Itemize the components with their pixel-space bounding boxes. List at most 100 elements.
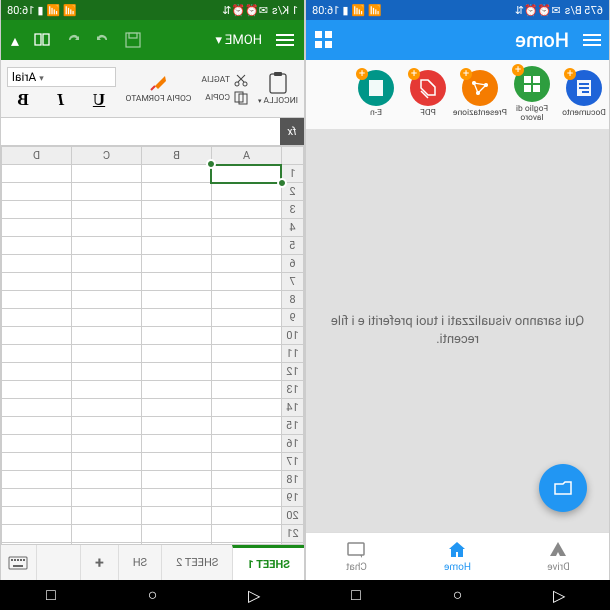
row-header[interactable]: 9 — [282, 309, 304, 327]
row-header[interactable]: 19 — [282, 489, 304, 507]
cell[interactable] — [2, 525, 72, 543]
fab-folder-button[interactable] — [539, 464, 587, 512]
cell[interactable] — [72, 183, 142, 201]
cell[interactable] — [72, 273, 142, 291]
sheet-tab[interactable]: SHEET 1 — [232, 545, 304, 580]
font-selector[interactable]: ▾ Arial — [7, 67, 116, 87]
cell[interactable] — [142, 237, 212, 255]
row-header[interactable]: 15 — [282, 417, 304, 435]
system-home-button[interactable]: ○ — [141, 585, 165, 605]
cell[interactable] — [2, 237, 72, 255]
redo-icon[interactable] — [95, 32, 111, 48]
nav-home[interactable]: Home — [407, 533, 508, 580]
cell[interactable] — [2, 219, 72, 237]
cell[interactable] — [212, 219, 282, 237]
cell[interactable] — [2, 471, 72, 489]
row-header[interactable]: 11 — [282, 345, 304, 363]
copy-button[interactable]: COPIA — [201, 91, 248, 105]
cell[interactable] — [72, 507, 142, 525]
cell[interactable] — [212, 183, 282, 201]
row-header[interactable]: 5 — [282, 237, 304, 255]
cell[interactable] — [142, 489, 212, 507]
book-icon[interactable] — [33, 32, 51, 48]
cell[interactable] — [142, 183, 212, 201]
sheet-tab[interactable]: SH — [118, 545, 161, 580]
cell[interactable] — [72, 381, 142, 399]
cell[interactable] — [72, 399, 142, 417]
cell[interactable] — [212, 201, 282, 219]
cut-button[interactable]: TAGLIA — [201, 73, 248, 87]
cell[interactable] — [72, 417, 142, 435]
cell[interactable] — [212, 543, 282, 545]
cell[interactable] — [72, 453, 142, 471]
cell[interactable] — [212, 273, 282, 291]
nav-drive[interactable]: Drive — [508, 533, 609, 580]
row-header[interactable]: 3 — [282, 201, 304, 219]
cell[interactable] — [212, 255, 282, 273]
cell[interactable] — [2, 327, 72, 345]
cell[interactable] — [72, 219, 142, 237]
sheet-tab[interactable]: SHEET 2 — [161, 545, 232, 580]
row-header[interactable]: 21 — [282, 525, 304, 543]
add-sheet-button[interactable]: + — [80, 545, 118, 580]
cell[interactable] — [142, 327, 212, 345]
row-header[interactable]: 18 — [282, 471, 304, 489]
col-header[interactable]: C — [72, 147, 142, 165]
cell[interactable] — [212, 435, 282, 453]
cell[interactable] — [212, 345, 282, 363]
cell[interactable] — [212, 399, 282, 417]
new-grid-button[interactable]: +Foglio di lavoro — [509, 66, 555, 124]
cell[interactable] — [142, 165, 212, 183]
cell[interactable] — [212, 381, 282, 399]
new-doc-button[interactable]: +Documento — [561, 70, 607, 118]
cell[interactable] — [72, 327, 142, 345]
row-header[interactable]: 8 — [282, 291, 304, 309]
save-icon[interactable] — [125, 32, 141, 48]
nav-chat[interactable]: Chat — [306, 533, 407, 580]
cell[interactable] — [142, 417, 212, 435]
cell[interactable] — [72, 525, 142, 543]
cell[interactable] — [2, 399, 72, 417]
cell[interactable] — [72, 309, 142, 327]
cell[interactable] — [212, 291, 282, 309]
cell[interactable] — [2, 507, 72, 525]
row-header[interactable]: 12 — [282, 363, 304, 381]
col-header[interactable]: B — [142, 147, 212, 165]
formula-input[interactable] — [1, 118, 280, 145]
cell[interactable] — [212, 525, 282, 543]
cell[interactable] — [142, 381, 212, 399]
cell[interactable] — [2, 363, 72, 381]
cell[interactable] — [72, 363, 142, 381]
cell[interactable] — [212, 165, 282, 183]
keyboard-button[interactable] — [1, 545, 37, 580]
row-header[interactable]: 20 — [282, 507, 304, 525]
grid-view-icon[interactable] — [314, 31, 332, 49]
new-note-button[interactable]: +E-n — [353, 70, 399, 118]
cell[interactable] — [72, 471, 142, 489]
cell[interactable] — [72, 543, 142, 545]
cell[interactable] — [2, 489, 72, 507]
cell[interactable] — [2, 435, 72, 453]
cell[interactable] — [142, 543, 212, 545]
system-recent-button[interactable]: □ — [39, 585, 63, 605]
cell[interactable] — [2, 453, 72, 471]
cell[interactable] — [72, 165, 142, 183]
cell[interactable] — [2, 201, 72, 219]
cell[interactable] — [212, 471, 282, 489]
menu-button[interactable] — [583, 34, 601, 46]
cell[interactable] — [72, 255, 142, 273]
cell[interactable] — [142, 219, 212, 237]
row-header[interactable]: 4 — [282, 219, 304, 237]
cell[interactable] — [212, 237, 282, 255]
cell[interactable] — [142, 309, 212, 327]
undo-icon[interactable] — [65, 32, 81, 48]
cell[interactable] — [2, 183, 72, 201]
system-back-button[interactable]: ◁ — [242, 586, 266, 605]
cell[interactable] — [212, 309, 282, 327]
cell[interactable] — [142, 507, 212, 525]
row-header[interactable]: 13 — [282, 381, 304, 399]
menu-button[interactable] — [276, 34, 294, 46]
paste-button[interactable]: INCOLLA▾ — [258, 71, 298, 106]
cell[interactable] — [72, 345, 142, 363]
system-back-button[interactable]: ◁ — [547, 586, 571, 605]
